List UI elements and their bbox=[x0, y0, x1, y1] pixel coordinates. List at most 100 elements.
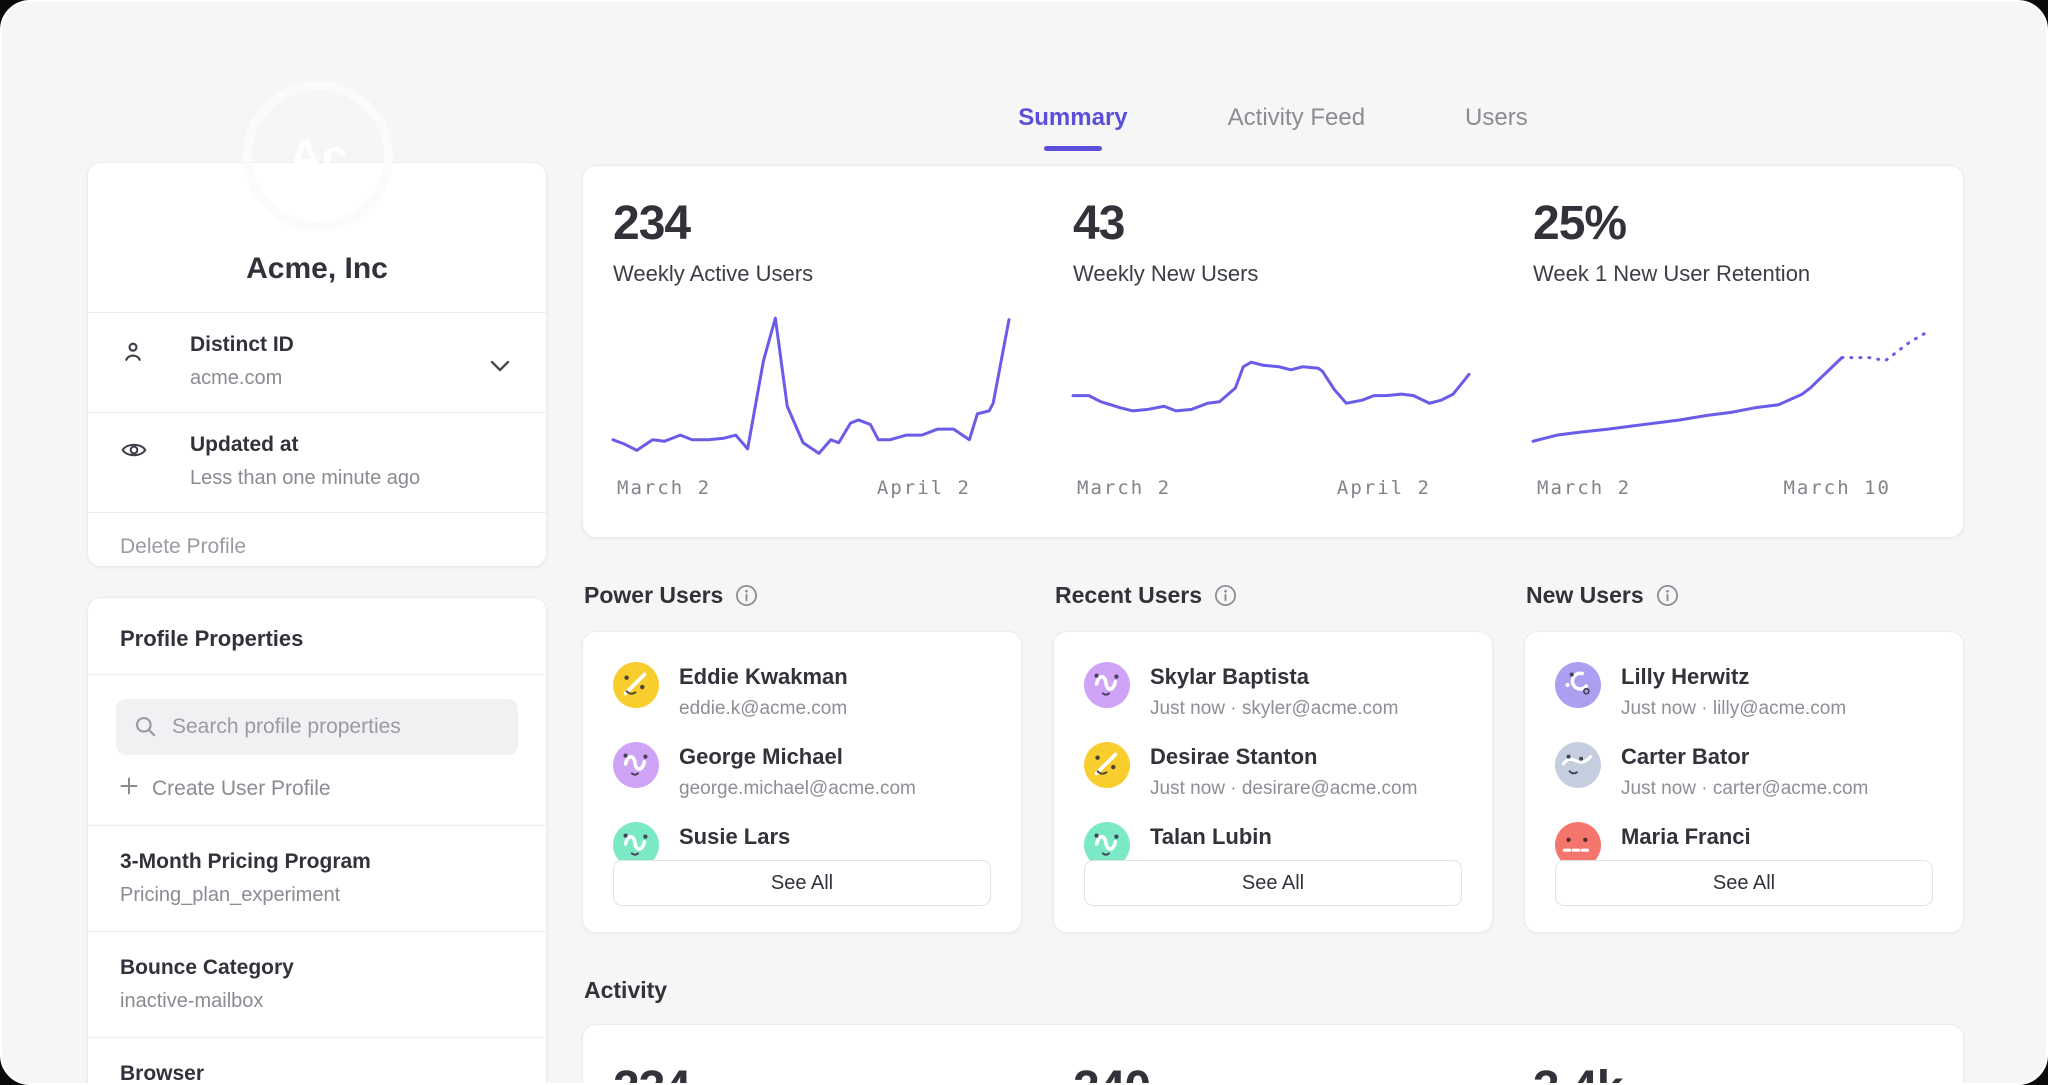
user-name: Skylar Baptista bbox=[1150, 662, 1398, 690]
distinct-id-value: acme.com bbox=[190, 367, 514, 390]
property-row: 3-Month Pricing ProgramPricing_plan_expe… bbox=[88, 826, 546, 931]
tab-label: Activity Feed bbox=[1228, 104, 1365, 131]
recent-users-title: Recent Users bbox=[1055, 582, 1202, 609]
property-name: Bounce Category bbox=[120, 956, 514, 980]
user-row[interactable]: George Michael george.michael@acme.com bbox=[613, 742, 991, 800]
activity-stat: 240 bbox=[1043, 1025, 1503, 1085]
active-tab-underline bbox=[1044, 146, 1102, 151]
create-user-profile-button[interactable]: Create User Profile bbox=[88, 755, 546, 825]
summary-stats-card: 234Weekly Active UsersMarch 2April 243We… bbox=[582, 165, 1964, 538]
tab-summary[interactable]: Summary bbox=[1018, 104, 1127, 151]
user-meta: Just now · desirare@acme.com bbox=[1150, 778, 1417, 800]
property-value: Pricing_plan_experiment bbox=[120, 884, 514, 907]
user-avatar bbox=[1084, 662, 1130, 708]
distinct-id-row[interactable]: Distinct ID acme.com bbox=[88, 313, 546, 412]
user-avatar bbox=[1555, 662, 1601, 708]
user-info: Lilly Herwitz Just now · lilly@acme.com bbox=[1621, 662, 1846, 720]
create-user-profile-label: Create User Profile bbox=[152, 777, 331, 801]
eye-icon bbox=[120, 439, 148, 466]
tab-users[interactable]: Users bbox=[1465, 104, 1528, 151]
user-row[interactable]: Lilly Herwitz Just now · lilly@acme.com bbox=[1555, 662, 1933, 720]
delete-profile-button[interactable]: Delete Profile bbox=[88, 513, 546, 581]
property-value: inactive-mailbox bbox=[120, 990, 514, 1013]
x-axis-tick: April 2 bbox=[1337, 477, 1431, 499]
trend-chart bbox=[1533, 309, 1929, 461]
power-users-section: Power Users Eddie Kwakmaneddie.k@acme.com… bbox=[582, 582, 1022, 933]
property-row: BrowserChrome bbox=[88, 1038, 546, 1085]
stat-value: 25% bbox=[1533, 196, 1929, 251]
user-avatar bbox=[1555, 742, 1601, 788]
user-row[interactable]: Desirae Stanton Just now · desirare@acme.… bbox=[1084, 742, 1462, 800]
activity-stat-value: 240 bbox=[1073, 1061, 1473, 1085]
new-users-title: New Users bbox=[1526, 582, 1644, 609]
user-meta: george.michael@acme.com bbox=[679, 778, 916, 800]
info-icon[interactable] bbox=[735, 584, 758, 607]
profile-properties-list: 3-Month Pricing ProgramPricing_plan_expe… bbox=[88, 826, 546, 1085]
user-name: Susie Lars bbox=[679, 822, 840, 850]
user-meta: Just now · lilly@acme.com bbox=[1621, 698, 1846, 720]
user-info: Eddie Kwakmaneddie.k@acme.com bbox=[679, 662, 848, 720]
see-all-button[interactable]: See All bbox=[613, 860, 991, 906]
person-icon bbox=[120, 339, 146, 370]
user-info: George Michael george.michael@acme.com bbox=[679, 742, 916, 800]
user-row[interactable]: Carter BatorJust now · carter@acme.com bbox=[1555, 742, 1933, 800]
user-avatar bbox=[1084, 742, 1130, 788]
see-all-button[interactable]: See All bbox=[1555, 860, 1933, 906]
recent-users-header: Recent Users bbox=[1055, 582, 1493, 609]
chevron-down-icon[interactable] bbox=[490, 359, 510, 377]
updated-at-row: Updated at Less than one minute ago bbox=[88, 413, 546, 512]
user-info: Carter BatorJust now · carter@acme.com bbox=[1621, 742, 1868, 800]
property-name: Browser bbox=[120, 1062, 514, 1085]
stat-1: 234Weekly Active UsersMarch 2April 2 bbox=[583, 166, 1043, 537]
user-row[interactable]: Skylar Baptista Just now · skyler@acme.co… bbox=[1084, 662, 1462, 720]
x-axis-tick: March 2 bbox=[1077, 477, 1171, 499]
recent-users-card: Skylar Baptista Just now · skyler@acme.co… bbox=[1053, 631, 1493, 933]
user-row[interactable]: Eddie Kwakmaneddie.k@acme.com bbox=[613, 662, 991, 720]
x-axis-tick: March 2 bbox=[1537, 477, 1631, 499]
power-users-header: Power Users bbox=[584, 582, 1022, 609]
x-axis: March 2 March 10 bbox=[1533, 461, 1929, 499]
trend-chart bbox=[613, 309, 1009, 461]
stat-3: 25%Week 1 New User RetentionMarch 2March… bbox=[1503, 166, 1963, 537]
user-avatar bbox=[613, 662, 659, 708]
tab-activity-feed[interactable]: Activity Feed bbox=[1228, 104, 1365, 151]
trend-chart bbox=[1073, 309, 1469, 461]
x-axis-tick: April 2 bbox=[877, 477, 971, 499]
new-users-card: Lilly Herwitz Just now · lilly@acme.com Ca… bbox=[1524, 631, 1964, 933]
divider bbox=[88, 674, 546, 675]
stat-label: Weekly New Users bbox=[1073, 261, 1469, 287]
power-users-title: Power Users bbox=[584, 582, 723, 609]
company-avatar: Ac bbox=[252, 90, 384, 222]
activity-stat-value: 3.4k bbox=[1533, 1061, 1933, 1085]
user-name: Eddie Kwakman bbox=[679, 662, 848, 690]
user-name: Maria Franci bbox=[1621, 822, 1876, 850]
user-meta: Just now · skyler@acme.com bbox=[1150, 698, 1398, 720]
search-wrap bbox=[116, 699, 518, 755]
info-icon[interactable] bbox=[1656, 584, 1679, 607]
new-users-section: New Users Lilly Herwitz Just now · lilly@a… bbox=[1524, 582, 1964, 933]
new-users-header: New Users bbox=[1526, 582, 1964, 609]
activity-title: Activity bbox=[584, 977, 667, 1004]
stat-2: 43Weekly New UsersMarch 2April 2 bbox=[1043, 166, 1503, 537]
user-name: Lilly Herwitz bbox=[1621, 662, 1846, 690]
x-axis: March 2 April 2 bbox=[1073, 461, 1469, 499]
stat-value: 234 bbox=[613, 196, 1009, 251]
user-name: Talan Lubin bbox=[1150, 822, 1398, 850]
power-users-card: Eddie Kwakmaneddie.k@acme.com George Mich… bbox=[582, 631, 1022, 933]
user-name: George Michael bbox=[679, 742, 916, 770]
user-meta: Just now · carter@acme.com bbox=[1621, 778, 1868, 800]
user-name: Desirae Stanton bbox=[1150, 742, 1417, 770]
distinct-id-label: Distinct ID bbox=[190, 333, 514, 357]
search-profile-properties-input[interactable] bbox=[116, 699, 518, 755]
profile-properties-title: Profile Properties bbox=[88, 598, 546, 674]
updated-at-value: Less than one minute ago bbox=[190, 467, 514, 490]
activity-stat: 3.4k bbox=[1503, 1025, 1963, 1085]
activity-stat-value: 234 bbox=[613, 1061, 1013, 1085]
info-icon[interactable] bbox=[1214, 584, 1237, 607]
profile-properties-card: Profile Properties Create User Profile 3… bbox=[87, 597, 547, 1085]
x-axis-tick: March 10 bbox=[1783, 477, 1891, 499]
user-info: Skylar Baptista Just now · skyler@acme.co… bbox=[1150, 662, 1398, 720]
see-all-button[interactable]: See All bbox=[1084, 860, 1462, 906]
user-lists-row: Power Users Eddie Kwakmaneddie.k@acme.com… bbox=[582, 582, 1964, 933]
activity-stat: 234 bbox=[583, 1025, 1043, 1085]
